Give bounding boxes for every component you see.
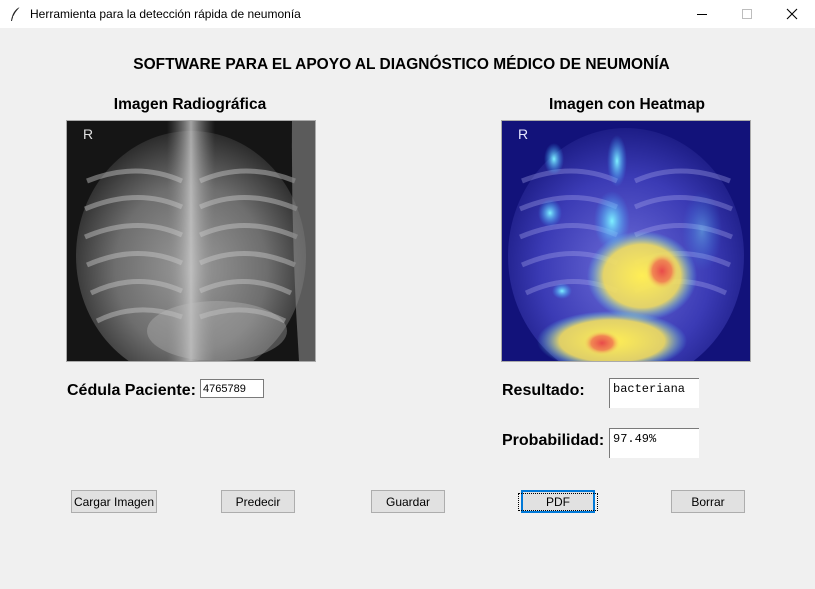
result-label: Resultado: [502,382,585,399]
probability-field[interactable]: 97.49% [609,428,699,458]
heatmap-image: R [501,120,751,362]
pdf-button[interactable]: PDF [518,490,598,513]
maximize-icon [741,9,752,19]
patient-id-input[interactable] [200,379,264,398]
window-title: Herramienta para la detección rápida de … [30,7,301,21]
probability-label: Probabilidad: [502,432,605,449]
close-button[interactable] [769,0,814,28]
heatmap-image-title: Imagen con Heatmap [549,96,705,113]
image-marker: R [83,126,93,142]
xray-image-title: Imagen Radiográfica [113,96,267,113]
pdf-button-label: PDF [518,492,598,511]
save-button[interactable]: Guardar [371,490,445,513]
close-icon [786,8,797,20]
minimize-icon [696,14,707,15]
xray-image: R [66,120,316,362]
page-title: SOFTWARE PARA EL APOYO AL DIAGNÓSTICO MÉ… [133,56,670,73]
save-button-label: Guardar [385,494,431,509]
predict-button[interactable]: Predecir [221,490,295,513]
title-bar: Herramienta para la detección rápida de … [0,0,815,28]
load-image-button-label: Cargar Imagen [73,494,155,509]
maximize-button[interactable] [724,0,769,28]
feather-icon [9,6,23,22]
clear-button-label: Borrar [691,494,725,509]
patient-id-label: Cédula Paciente: [67,382,196,399]
result-field[interactable]: bacteriana [609,378,699,408]
minimize-button[interactable] [679,0,724,28]
predict-button-label: Predecir [235,494,281,509]
load-image-button[interactable]: Cargar Imagen [71,490,157,513]
clear-button[interactable]: Borrar [671,490,745,513]
image-marker: R [518,126,528,142]
